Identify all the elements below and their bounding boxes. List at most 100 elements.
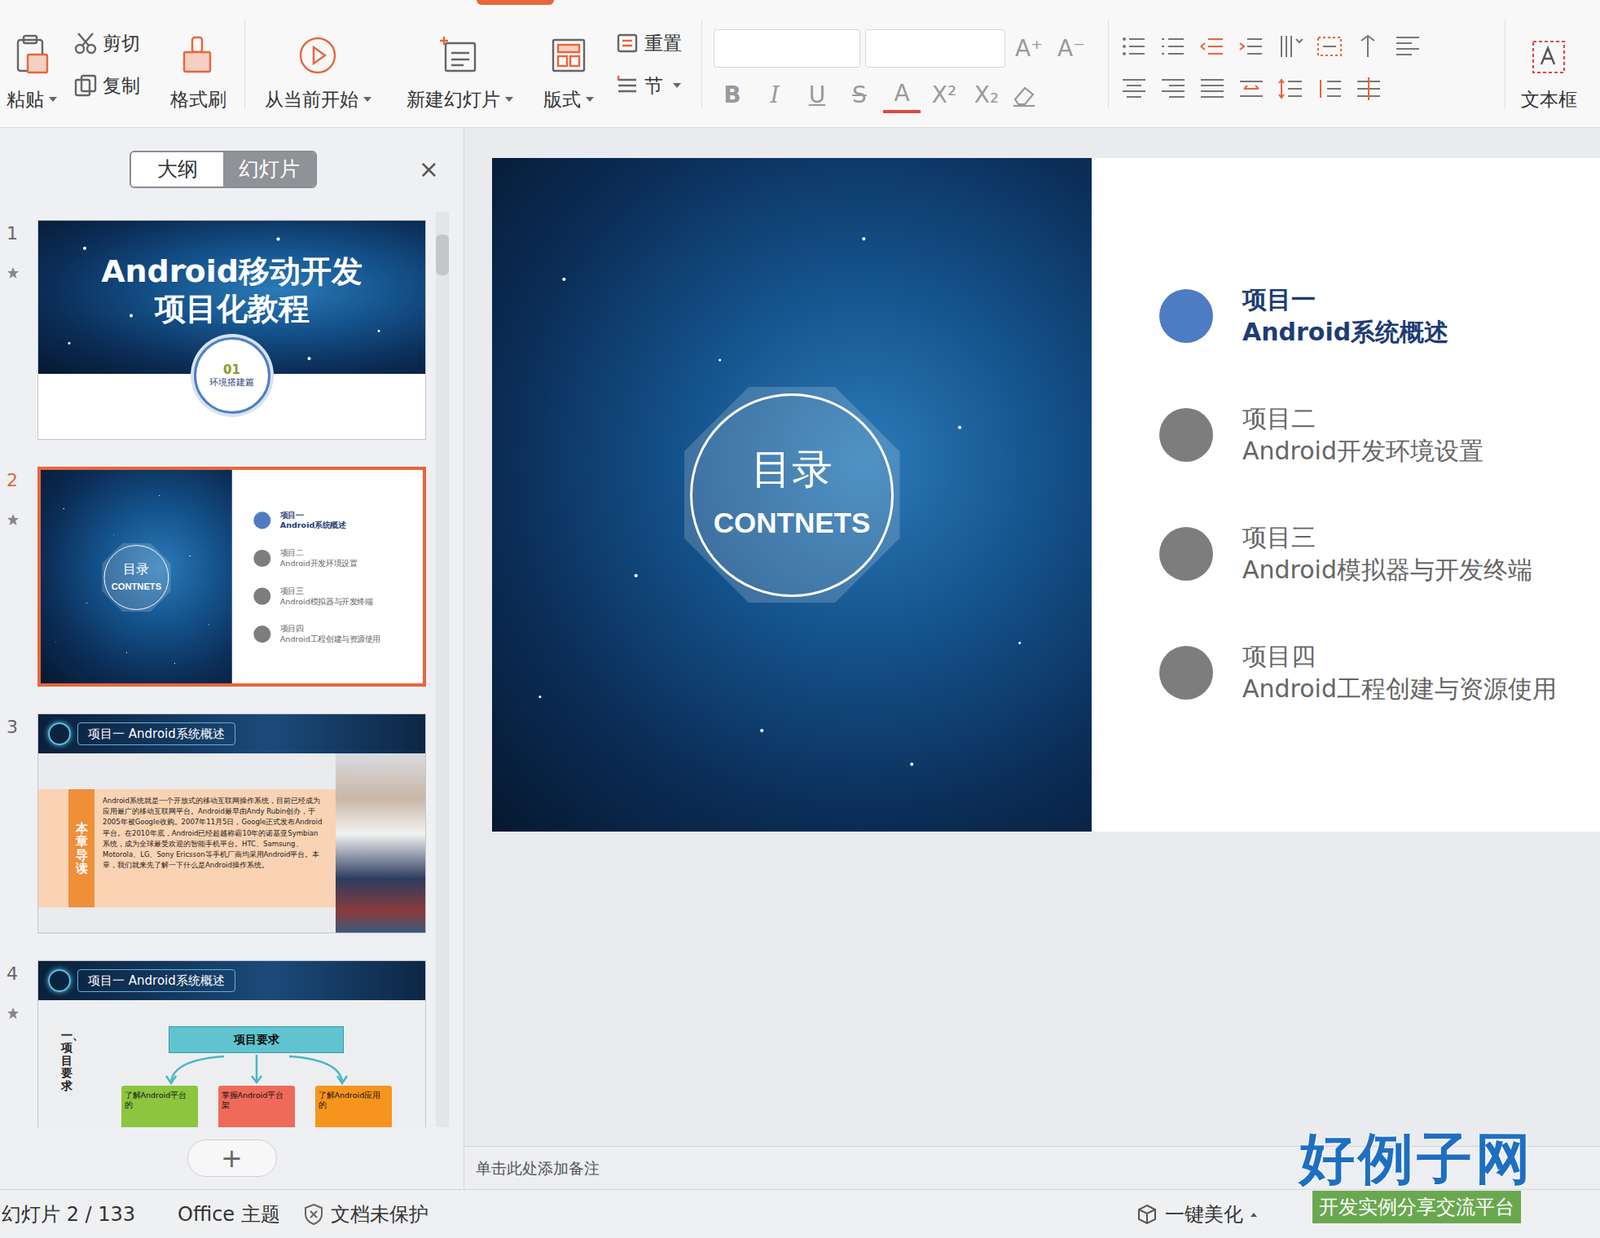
slide-thumbnail-item[interactable]: 4 项目一 Android系统概述一、项目要求项目要求了解Android平台的掌握… <box>0 960 427 1128</box>
panel-tab[interactable]: 幻灯片 <box>223 152 316 187</box>
scrollbar-thumb[interactable] <box>435 234 449 276</box>
paragraph-button[interactable] <box>1315 74 1344 103</box>
toolbar-separator <box>1107 19 1109 110</box>
paragraph-button[interactable] <box>1354 74 1383 103</box>
editor-area: 目录CONTNETS项目一Android系统概述项目二Android开发环境设置… <box>464 127 1600 1190</box>
paragraph-button[interactable] <box>1393 32 1422 61</box>
paragraph-button[interactable] <box>1237 74 1266 103</box>
paragraph-button[interactable] <box>1198 74 1227 103</box>
format-button[interactable]: A <box>883 77 921 114</box>
text-box-button[interactable]: 文本框 <box>1516 0 1581 119</box>
slide-header: 项目一 Android系统概述 <box>38 714 426 754</box>
paragraph-button[interactable] <box>1315 32 1344 61</box>
new-slide-button[interactable]: 新建幻灯片 <box>398 0 521 119</box>
add-slide-button[interactable]: + <box>187 1139 277 1178</box>
theme-name[interactable]: Office 主题 <box>177 1200 281 1230</box>
cube-icon <box>1135 1203 1159 1227</box>
protection-status[interactable]: 文档未保护 <box>303 1200 429 1230</box>
paragraph-button[interactable] <box>1354 32 1383 61</box>
contents-item[interactable]: 项目四Android工程创建与资源使用 <box>1159 636 1600 710</box>
contents-item-title: 项目一 <box>1242 283 1449 317</box>
contents-item[interactable]: 项目一Android系统概述 <box>1159 279 1600 353</box>
format-button[interactable]: I <box>756 77 794 114</box>
contents-ring: 目录CONTNETS <box>104 545 170 611</box>
paragraph-format-icon <box>1120 74 1148 103</box>
volume-number: 01 <box>223 362 241 378</box>
shield-icon <box>303 1203 325 1227</box>
format-button[interactable]: X₂ <box>967 77 1006 114</box>
panel-tab[interactable]: 大纲 <box>131 152 224 187</box>
section-button[interactable]: 节 <box>615 71 691 101</box>
paragraph-button[interactable] <box>1237 32 1266 61</box>
font-name-field[interactable] <box>713 29 861 68</box>
contents-dot <box>1159 408 1214 462</box>
slide-number: 2 <box>6 466 18 494</box>
slide-thumbnail-item[interactable]: 1 Android移动开发项目化教程01环境搭建篇 <box>0 219 427 440</box>
slide-thumbnail[interactable]: 目录CONTNETS 项目一Android系统概述项目二Android开发环境设置… <box>37 466 427 687</box>
reset-button[interactable]: 重置 <box>615 29 691 58</box>
slide-thumbnail-item[interactable]: 3项目一 Android系统概述本章导读Android系统就是一个开放式的移动互… <box>0 713 427 934</box>
copy-button[interactable]: 复制 <box>73 71 163 101</box>
contents-title: 目录 <box>751 444 833 494</box>
paragraph-format-icon <box>1237 74 1266 103</box>
paragraph-button[interactable] <box>1159 32 1187 61</box>
contents-dot <box>1159 527 1214 581</box>
paragraph-format-icon <box>1159 74 1187 103</box>
font-shrink-button[interactable]: A⁻ <box>1052 30 1091 67</box>
slide-thumbnail[interactable]: Android移动开发项目化教程01环境搭建篇 <box>37 219 427 440</box>
layout-button[interactable]: 版式 <box>536 0 601 119</box>
contents-item[interactable]: 项目二Android开发环境设置 <box>1159 398 1600 472</box>
contents-text: 项目一Android系统概述 <box>1242 283 1449 350</box>
format-painter-button[interactable]: 格式刷 <box>162 0 233 119</box>
paste-button[interactable]: 粘贴 <box>0 0 64 119</box>
paragraph-button[interactable] <box>1120 74 1148 103</box>
slide-number: 1 <box>6 219 18 247</box>
dropdown-caret-icon[interactable] <box>363 96 372 102</box>
toolbar-separator <box>701 19 703 110</box>
contents-dot <box>1159 646 1214 700</box>
contents-item[interactable]: 项目四Android工程创建与资源使用 <box>253 622 423 647</box>
paragraph-button[interactable] <box>1198 32 1227 61</box>
contents-item[interactable]: 项目三Android模拟器与开发终端 <box>253 584 423 609</box>
dropdown-caret-icon[interactable] <box>505 96 514 102</box>
paragraph-button[interactable] <box>1120 32 1148 61</box>
contents-dot <box>1159 289 1214 343</box>
paragraph-group <box>1120 0 1494 103</box>
dropdown-caret-icon[interactable] <box>672 83 682 88</box>
paragraph-format-icon <box>1393 32 1422 61</box>
slide-counter: 幻灯片 2 / 133 <box>1 1200 136 1230</box>
scrollbar[interactable] <box>435 211 449 1128</box>
toolbar-separator <box>244 19 246 110</box>
contents-item[interactable]: 项目一Android系统概述 <box>253 509 423 533</box>
slide-number-column: 2 <box>0 466 38 687</box>
contents-item-title: 项目四 <box>280 624 381 635</box>
slide-number-column: 3 <box>0 713 38 934</box>
slide-thumbnail[interactable]: 项目一 Android系统概述本章导读Android系统就是一个开放式的移动互联… <box>37 713 427 934</box>
copy-icon <box>73 73 98 98</box>
format-button[interactable]: S <box>840 77 879 114</box>
slide-number-column: 1 <box>0 219 38 440</box>
slide-number: 4 <box>6 960 18 988</box>
cut-button[interactable]: 剪切 <box>73 29 163 58</box>
paragraph-button[interactable] <box>1276 74 1305 103</box>
dropdown-caret-icon[interactable] <box>48 96 58 102</box>
font-grow-button[interactable]: A⁺ <box>1010 30 1048 67</box>
slide-canvas: 目录CONTNETS项目一Android系统概述项目二Android开发环境设置… <box>492 158 1600 832</box>
format-button[interactable]: B <box>713 77 752 114</box>
thumbnail-content: 项目一 Android系统概述一、项目要求项目要求了解Android平台的掌握A… <box>38 961 426 1128</box>
slide-thumbnail[interactable]: 项目一 Android系统概述一、项目要求项目要求了解Android平台的掌握A… <box>37 960 427 1128</box>
close-panel-button[interactable]: × <box>418 157 440 182</box>
paragraph-button[interactable] <box>1276 32 1305 61</box>
paragraph-button[interactable] <box>1159 74 1187 103</box>
start-current-button[interactable]: 从当前开始 <box>256 0 379 119</box>
contents-item[interactable]: 项目二Android开发环境设置 <box>253 546 423 571</box>
paragraph-row <box>1120 74 1494 103</box>
dropdown-caret-icon[interactable] <box>585 96 594 102</box>
contents-item-title: 项目二 <box>280 548 357 559</box>
beautify-button[interactable]: 一键美化 <box>1135 1200 1258 1230</box>
format-button[interactable]: U <box>798 77 836 114</box>
slide-thumbnail-item[interactable]: 2 目录CONTNETS 项目一Android系统概述项目二Android开发环境设… <box>0 466 427 687</box>
contents-item[interactable]: 项目三Android模拟器与开发终端 <box>1159 517 1600 591</box>
font-size-field[interactable] <box>865 29 1006 68</box>
format-button[interactable]: X² <box>925 77 963 114</box>
